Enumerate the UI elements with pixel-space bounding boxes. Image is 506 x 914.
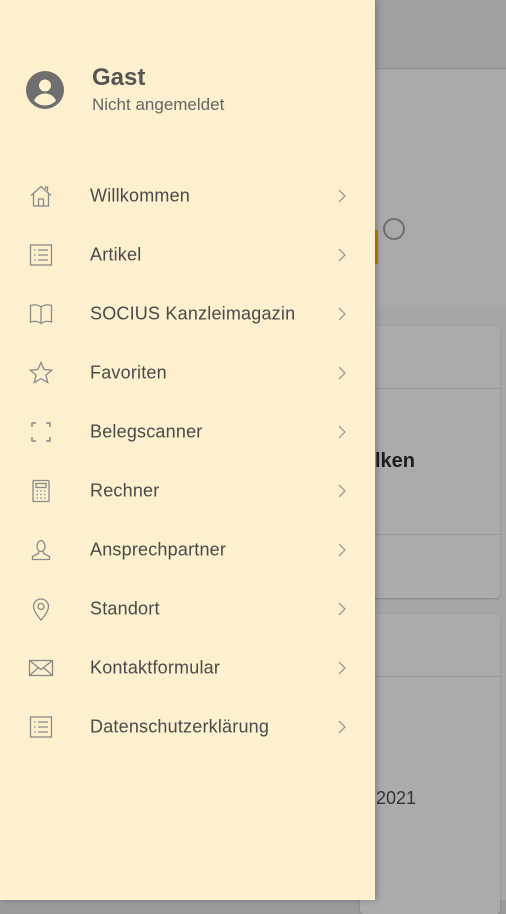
chevron-right-icon [334,719,350,735]
chevron-right-icon [334,247,350,263]
background-card-title: lken [375,450,416,472]
menu-label: Ansprechpartner [90,539,227,559]
menu-item-willkommen[interactable]: Willkommen [0,166,375,225]
location-pin-icon [28,596,54,622]
drawer-menu: Willkommen Artikel SOCIUS Kanzleimagazin… [0,166,375,756]
navigation-drawer: Gast Nicht angemeldet Willkommen Artikel [0,0,375,900]
menu-label: Favoriten [90,362,167,382]
chevron-right-icon [334,542,350,558]
login-status: Nicht angemeldet [92,95,225,114]
background-card [360,614,500,914]
account-circle-icon [26,71,64,109]
menu-label: Belegscanner [90,421,203,441]
scan-frame-icon [28,419,54,445]
menu-item-datenschutzerklaerung[interactable]: Datenschutzerklärung [0,697,375,756]
chevron-right-icon [334,188,350,204]
background-news-icon [383,218,405,240]
envelope-icon [28,655,54,681]
user-name: Gast [92,64,146,91]
home-icon [28,183,54,209]
calculator-icon [28,478,54,504]
list-icon [28,242,54,268]
person-icon [28,537,54,563]
menu-item-rechner[interactable]: Rechner [0,461,375,520]
chevron-right-icon [334,306,350,322]
chevron-right-icon [334,424,350,440]
menu-label: Artikel [90,244,142,264]
menu-item-artikel[interactable]: Artikel [0,225,375,284]
chevron-right-icon [334,365,350,381]
menu-label: Kontaktformular [90,657,221,677]
menu-item-kanzleimagazin[interactable]: SOCIUS Kanzleimagazin [0,284,375,343]
list-icon [28,714,54,740]
menu-label: SOCIUS Kanzleimagazin [90,303,296,323]
chevron-right-icon [334,601,350,617]
chevron-right-icon [334,483,350,499]
background-card-date: 2021 [376,788,417,808]
menu-label: Rechner [90,480,160,500]
book-icon [28,301,54,327]
profile-header[interactable]: Gast Nicht angemeldet [0,0,375,160]
menu-item-kontaktformular[interactable]: Kontaktformular [0,638,375,697]
menu-item-standort[interactable]: Standort [0,579,375,638]
menu-item-ansprechpartner[interactable]: Ansprechpartner [0,520,375,579]
menu-item-belegscanner[interactable]: Belegscanner [0,402,375,461]
menu-label: Standort [90,598,160,618]
menu-label: Datenschutzerklärung [90,716,270,736]
star-icon [28,360,54,386]
chevron-right-icon [334,660,350,676]
menu-label: Willkommen [90,185,191,205]
menu-item-favoriten[interactable]: Favoriten [0,343,375,402]
